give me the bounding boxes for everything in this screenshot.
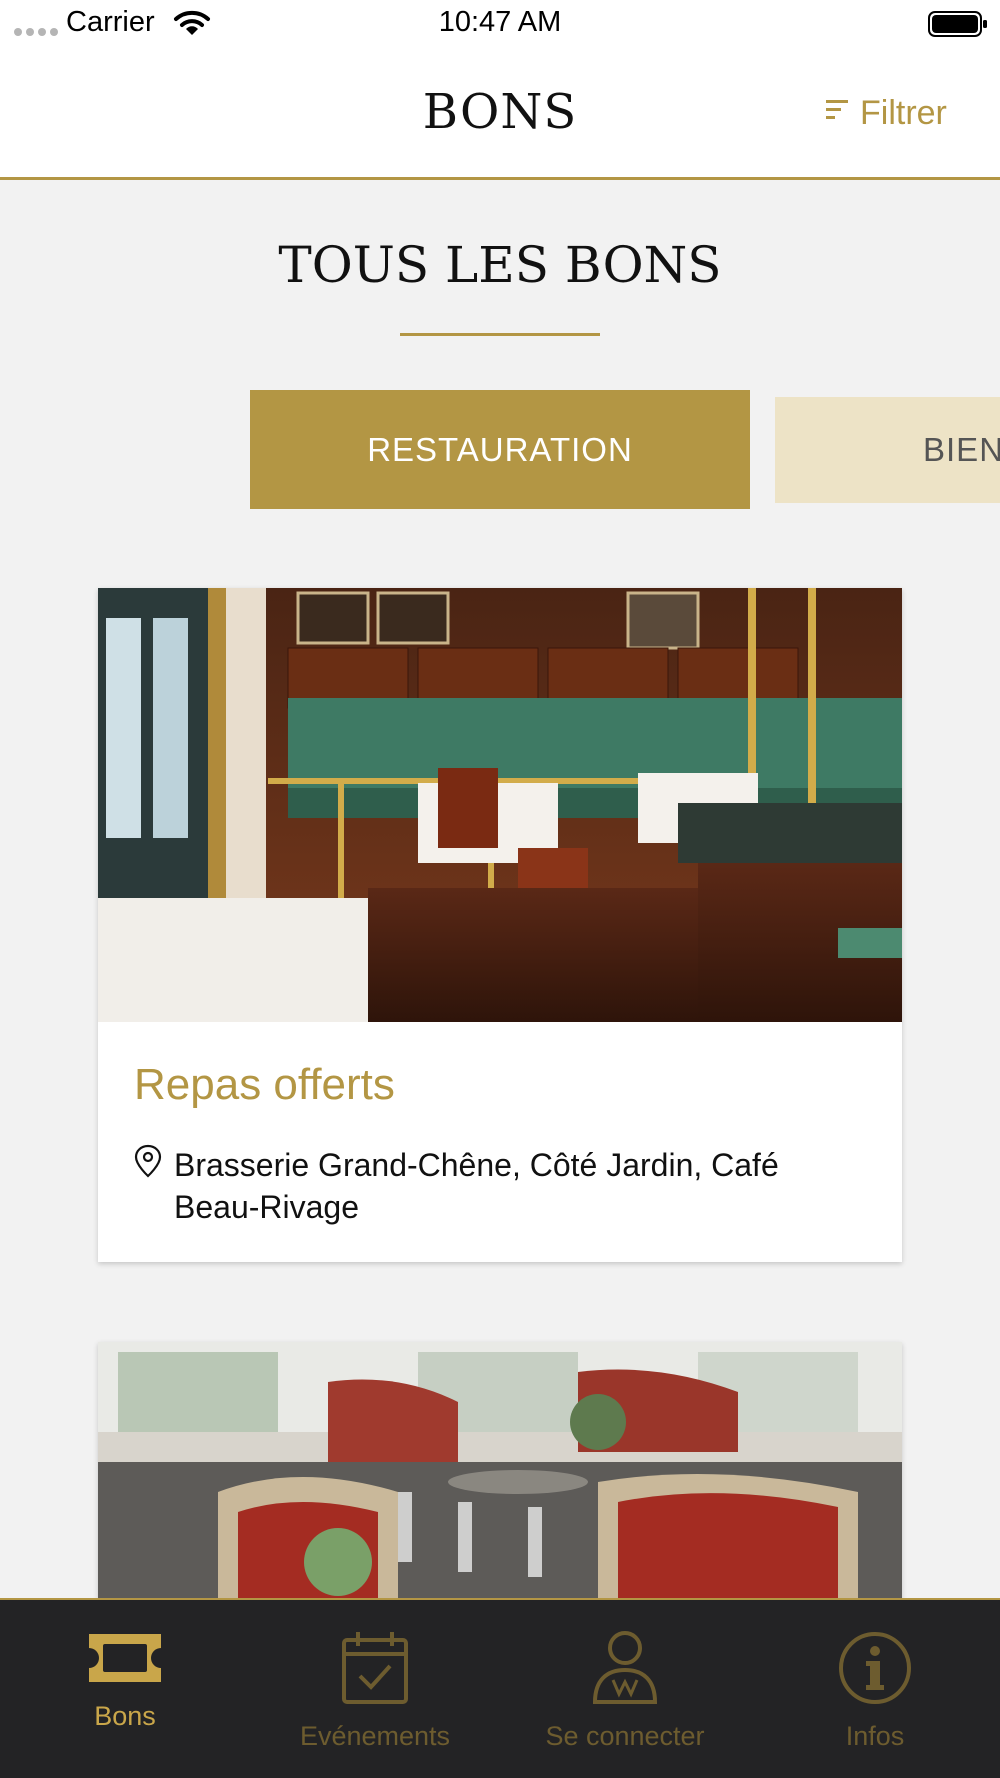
voucher-card[interactable] (98, 1342, 902, 1602)
tab-label: Se connecter (545, 1721, 705, 1751)
tab-infos[interactable]: Infos (750, 1630, 1000, 1752)
ticket-icon (85, 1630, 165, 1691)
location-pin-icon (134, 1144, 162, 1228)
card-location: Brasserie Grand-Chêne, Côté Jardin, Café… (134, 1144, 854, 1228)
tab-bar: Bons Evénements Se connecter Infos (0, 1598, 1000, 1778)
filter-button[interactable]: Filtrer (826, 94, 947, 133)
filter-label: Filtrer (860, 94, 947, 132)
tab-evenements[interactable]: Evénements (250, 1630, 500, 1752)
calendar-check-icon (340, 1630, 410, 1711)
info-icon (837, 1630, 913, 1711)
voucher-card[interactable]: Repas offerts Brasserie Grand-Chêne, Côt… (98, 588, 902, 1262)
category-tab-restauration[interactable]: RESTAURATION (250, 390, 750, 509)
tab-label: Evénements (299, 1721, 451, 1751)
title-divider (400, 333, 600, 336)
card-image (98, 1342, 902, 1602)
tab-bons[interactable]: Bons (0, 1630, 250, 1732)
card-title: Repas offerts (134, 1060, 395, 1109)
tab-se-connecter[interactable]: Se connecter (500, 1630, 750, 1752)
page-title: TOUS LES BONS (278, 236, 722, 294)
card-image (98, 588, 902, 1022)
tab-label: Bons (94, 1701, 156, 1731)
status-bar: Carrier 10:47 AM (0, 0, 1000, 50)
person-icon (589, 1630, 661, 1711)
category-tab-label: RESTAURATION (367, 430, 633, 468)
filter-icon (826, 94, 848, 133)
category-tab-bien-etre[interactable]: BIEN- (775, 397, 1000, 503)
tab-label: Infos (845, 1721, 905, 1751)
category-tab-label: BIEN- (923, 431, 1000, 468)
navigation-bar: BONS Filtrer (0, 50, 1000, 180)
status-time: 10:47 AM (438, 6, 562, 38)
card-location-text: Brasserie Grand-Chêne, Côté Jardin, Café… (174, 1147, 779, 1225)
battery-icon (928, 10, 988, 43)
